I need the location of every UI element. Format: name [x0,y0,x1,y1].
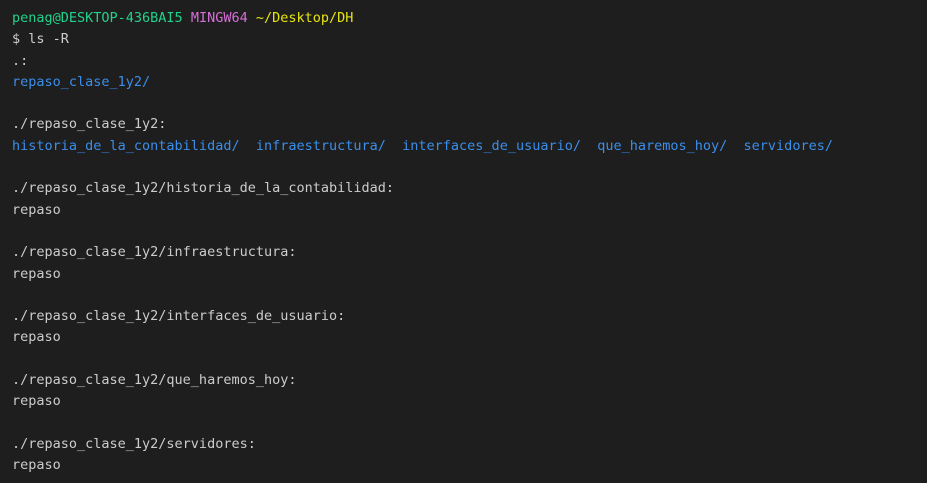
prompt-line: penag@DESKTOP-436BAI5 MINGW64 ~/Desktop/… [12,8,927,29]
command-line: $ ls -R [12,31,69,48]
root-header: .: [12,52,29,69]
section-header: ./repaso_clase_1y2: [12,116,167,133]
directory-entry: historia_de_la_contabilidad/ [12,137,240,154]
prompt-path: ~/Desktop/DH [255,10,354,26]
section-header: ./repaso_clase_1y2/historia_de_la_contab… [12,180,395,197]
prompt-system: MINGW64 [190,10,248,26]
file-entry: repaso [12,265,61,282]
prompt-user-host: penag@DESKTOP-436BAI5 [12,10,183,26]
section-header: ./repaso_clase_1y2/servidores: [12,435,256,452]
section-header: ./repaso_clase_1y2/interfaces_de_usuario… [12,308,346,325]
directory-listing: historia_de_la_contabilidad/ infraestruc… [12,136,927,157]
directory-entry: que_haremos_hoy/ [597,137,728,154]
directory-entry: servidores/ [743,137,833,154]
file-entry: repaso [12,329,61,346]
section-header: ./repaso_clase_1y2/infraestructura: [12,244,297,261]
directory-entry: interfaces_de_usuario/ [402,137,581,154]
file-entry: repaso [12,201,61,218]
file-entry: repaso [12,393,61,410]
terminal-window[interactable]: penag@DESKTOP-436BAI5 MINGW64 ~/Desktop/… [0,0,927,483]
root-entry: repaso_clase_1y2/ [12,73,151,90]
file-entry: repaso [12,457,61,474]
directory-entry: infraestructura/ [255,137,386,154]
section-header: ./repaso_clase_1y2/que_haremos_hoy: [12,372,297,389]
